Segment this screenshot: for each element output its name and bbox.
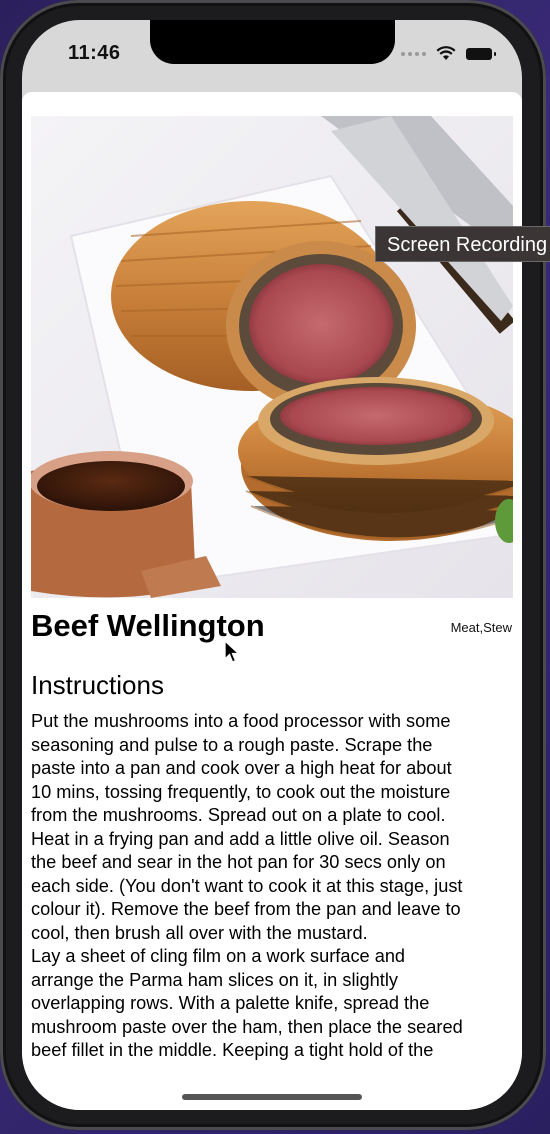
instructions-line: overlapping rows. With a palette knife, …: [31, 993, 430, 1013]
mouse-pointer-icon: [224, 639, 241, 669]
cellular-signal-icon: [401, 51, 426, 56]
instructions-line: colour it). Remove the beef from the pan…: [31, 899, 461, 919]
instructions-line: cool, then brush all over with the musta…: [31, 922, 368, 943]
screen-recording-tooltip: Screen Recording: [375, 226, 550, 262]
status-icons: [401, 46, 496, 61]
instructions-line: Heat in a frying pan and add a little ol…: [31, 828, 450, 849]
home-indicator[interactable]: [182, 1094, 362, 1100]
recipe-image: [31, 116, 513, 598]
instructions-line: mushroom paste over the ham, then place …: [31, 1016, 463, 1037]
recipe-tags: Meat,Stew: [450, 620, 512, 635]
instructions-line: the beef and sear in the hot pan for 30 …: [31, 852, 446, 872]
instructions-line: Put the mushrooms into a food processor …: [31, 711, 451, 731]
instructions-line: each side. (You don't want to cook it at…: [31, 875, 463, 896]
status-bar: 11:46: [22, 20, 522, 92]
instructions-line: arrange the Parma ham slices on it, in s…: [31, 969, 398, 990]
instructions-line: beef fillet in the middle. Keeping a tig…: [31, 1040, 434, 1060]
instructions-heading: Instructions: [31, 670, 164, 700]
phone-screen: 11:46 Beef Wellington Meat,Stew Instruct…: [22, 20, 522, 1110]
instructions-line: seasoning and pulse to a rough paste. Sc…: [31, 734, 433, 755]
status-time: 11:46: [68, 42, 121, 64]
instructions-line: paste into a pan and cook over a high he…: [31, 758, 452, 778]
instructions-line: 10 mins, tossing frequently, to cook out…: [31, 781, 451, 802]
instructions-line: from the mushrooms. Spread out on a plat…: [31, 805, 446, 825]
recipe-title: Beef Wellington: [31, 608, 265, 643]
wifi-icon: [436, 46, 456, 61]
notch: [150, 20, 395, 64]
battery-icon: [466, 47, 496, 60]
instructions-line: Lay a sheet of cling film on a work surf…: [31, 946, 406, 966]
instructions-text: Put the mushrooms into a food processor …: [31, 710, 513, 1063]
